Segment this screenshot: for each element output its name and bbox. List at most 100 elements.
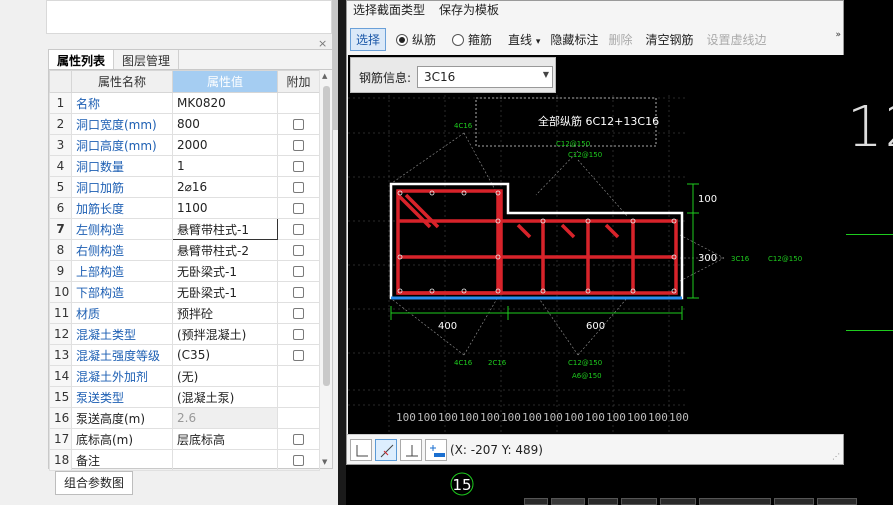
checkbox[interactable] bbox=[293, 224, 304, 235]
checkbox[interactable] bbox=[293, 287, 304, 298]
menu-save-template[interactable]: 保存为模板 bbox=[439, 1, 499, 17]
row-extra[interactable] bbox=[277, 134, 320, 156]
row-extra[interactable] bbox=[277, 302, 320, 324]
ruler-tick-label: 100 bbox=[438, 411, 458, 424]
row-extra[interactable] bbox=[277, 260, 320, 282]
tab-property-list[interactable]: 属性列表 bbox=[49, 50, 115, 69]
row-value[interactable]: 无卧梁式-1 bbox=[172, 260, 278, 282]
bottom-tab-5[interactable] bbox=[660, 498, 696, 505]
checkbox[interactable] bbox=[293, 308, 304, 319]
row-value[interactable]: 层底标高 bbox=[172, 428, 278, 450]
row-value[interactable] bbox=[172, 449, 278, 471]
scroll-thumb[interactable] bbox=[323, 86, 330, 386]
resize-grip-icon[interactable]: ⋰ bbox=[832, 452, 840, 461]
table-row[interactable]: 3 洞口高度(mm) 2000 bbox=[49, 134, 320, 156]
bottom-tab-4[interactable] bbox=[621, 498, 657, 505]
checkbox[interactable] bbox=[293, 329, 304, 340]
row-value[interactable]: (C35) bbox=[172, 344, 278, 366]
row-value[interactable]: 1 bbox=[172, 155, 278, 177]
line-dropdown[interactable]: 直线 ▾ bbox=[508, 31, 540, 48]
checkbox[interactable] bbox=[293, 182, 304, 193]
checkbox[interactable] bbox=[293, 455, 304, 466]
menu-select-section-type[interactable]: 选择截面类型 bbox=[353, 1, 425, 17]
property-scrollbar[interactable]: ▲ ▼ bbox=[319, 70, 332, 468]
row-value[interactable]: 2⌀16 bbox=[172, 176, 278, 198]
row-value[interactable]: (无) bbox=[172, 365, 278, 387]
table-row[interactable]: 11 材质 预拌砼 bbox=[49, 302, 320, 324]
row-value[interactable]: (预拌混凝土) bbox=[172, 323, 278, 345]
table-row[interactable]: 1 名称 MK0820 bbox=[49, 92, 320, 114]
bottom-tab-7[interactable] bbox=[774, 498, 814, 505]
checkbox[interactable] bbox=[293, 203, 304, 214]
more-icon[interactable]: » bbox=[835, 30, 841, 40]
hide-label-button[interactable]: 隐藏标注 bbox=[550, 31, 598, 48]
radio-longitudinal[interactable]: 纵筋 bbox=[396, 31, 436, 48]
table-row[interactable]: 12 混凝土类型 (预拌混凝土) bbox=[49, 323, 320, 345]
angle-snap-button[interactable] bbox=[375, 439, 397, 461]
row-value[interactable]: MK0820 bbox=[172, 92, 278, 114]
checkbox[interactable] bbox=[293, 245, 304, 256]
checkbox[interactable] bbox=[293, 266, 304, 277]
row-extra[interactable] bbox=[277, 218, 320, 240]
rebar-info-select[interactable]: 3C16 ▼ bbox=[417, 66, 553, 88]
table-row[interactable]: 5 洞口加筋 2⌀16 bbox=[49, 176, 320, 198]
perpendicular-button[interactable] bbox=[400, 439, 422, 461]
table-row[interactable]: 10 下部构造 无卧梁式-1 bbox=[49, 281, 320, 303]
row-index: 13 bbox=[49, 344, 72, 366]
row-extra[interactable] bbox=[277, 113, 320, 135]
tab-layer-manage[interactable]: 图层管理 bbox=[114, 50, 180, 69]
row-extra bbox=[277, 407, 320, 429]
bottom-tab[interactable] bbox=[524, 498, 548, 505]
combo-param-button[interactable]: 组合参数图 bbox=[55, 471, 133, 495]
virtual-edge-button[interactable]: 设置虚线边 bbox=[706, 31, 766, 48]
row-value[interactable]: 悬臂带柱式-2 bbox=[172, 239, 278, 261]
checkbox[interactable] bbox=[293, 161, 304, 172]
checkbox[interactable] bbox=[293, 140, 304, 151]
table-row[interactable]: 14 混凝土外加剂 (无) bbox=[49, 365, 320, 387]
row-extra[interactable] bbox=[277, 197, 320, 219]
table-row[interactable]: 16 泵送高度(m) 2.6 bbox=[49, 407, 320, 429]
row-value[interactable]: 预拌砼 bbox=[172, 302, 278, 324]
ortho-snap-button[interactable] bbox=[350, 439, 372, 461]
row-value[interactable]: 800 bbox=[172, 113, 278, 135]
clear-rebar-button[interactable]: 清空钢筋 bbox=[645, 31, 693, 48]
row-extra[interactable] bbox=[277, 323, 320, 345]
checkbox[interactable] bbox=[293, 350, 304, 361]
row-extra[interactable] bbox=[277, 344, 320, 366]
table-row[interactable]: 2 洞口宽度(mm) 800 bbox=[49, 113, 320, 135]
checkbox[interactable] bbox=[293, 119, 304, 130]
table-row[interactable]: 8 右侧构造 悬臂带柱式-2 bbox=[49, 239, 320, 261]
row-extra[interactable] bbox=[277, 449, 320, 471]
section-canvas[interactable]: 全部纵筋 6C12+13C16 4C16 C12@150 C12@150 100… bbox=[348, 55, 844, 434]
bottom-tab-8[interactable] bbox=[817, 498, 857, 505]
row-value[interactable]: 1100 bbox=[172, 197, 278, 219]
row-extra[interactable] bbox=[277, 428, 320, 450]
bottom-tab-3[interactable] bbox=[588, 498, 618, 505]
row-value[interactable]: 2000 bbox=[172, 134, 278, 156]
row-value[interactable]: 无卧梁式-1 bbox=[172, 281, 278, 303]
row-value[interactable]: 悬臂带柱式-1 bbox=[172, 218, 278, 240]
table-row[interactable]: 4 洞口数量 1 bbox=[49, 155, 320, 177]
row-value[interactable]: 2.6 bbox=[172, 407, 278, 429]
row-extra[interactable] bbox=[277, 155, 320, 177]
row-value[interactable]: (混凝土泵) bbox=[172, 386, 278, 408]
table-row[interactable]: 9 上部构造 无卧梁式-1 bbox=[49, 260, 320, 282]
delete-button[interactable]: 删除 bbox=[608, 31, 632, 48]
scroll-down-icon[interactable]: ▼ bbox=[322, 458, 327, 466]
scroll-up-icon[interactable]: ▲ bbox=[322, 72, 327, 80]
checkbox[interactable] bbox=[293, 434, 304, 445]
table-row[interactable]: 6 加筋长度 1100 bbox=[49, 197, 320, 219]
select-button[interactable]: 选择 bbox=[350, 27, 387, 51]
radio-stirrup[interactable]: 箍筋 bbox=[452, 31, 492, 48]
table-row[interactable]: 18 备注 bbox=[49, 449, 320, 471]
table-row[interactable]: 7 左侧构造 悬臂带柱式-1 bbox=[49, 218, 320, 240]
table-row[interactable]: 13 混凝土强度等级 (C35) bbox=[49, 344, 320, 366]
row-extra[interactable] bbox=[277, 281, 320, 303]
row-extra[interactable] bbox=[277, 239, 320, 261]
table-row[interactable]: 17 底标高(m) 层底标高 bbox=[49, 428, 320, 450]
row-extra[interactable] bbox=[277, 176, 320, 198]
table-row[interactable]: 15 泵送类型 (混凝土泵) bbox=[49, 386, 320, 408]
bottom-tab-6[interactable] bbox=[699, 498, 771, 505]
add-point-button[interactable] bbox=[425, 439, 447, 461]
bottom-tab-2[interactable] bbox=[551, 498, 585, 505]
